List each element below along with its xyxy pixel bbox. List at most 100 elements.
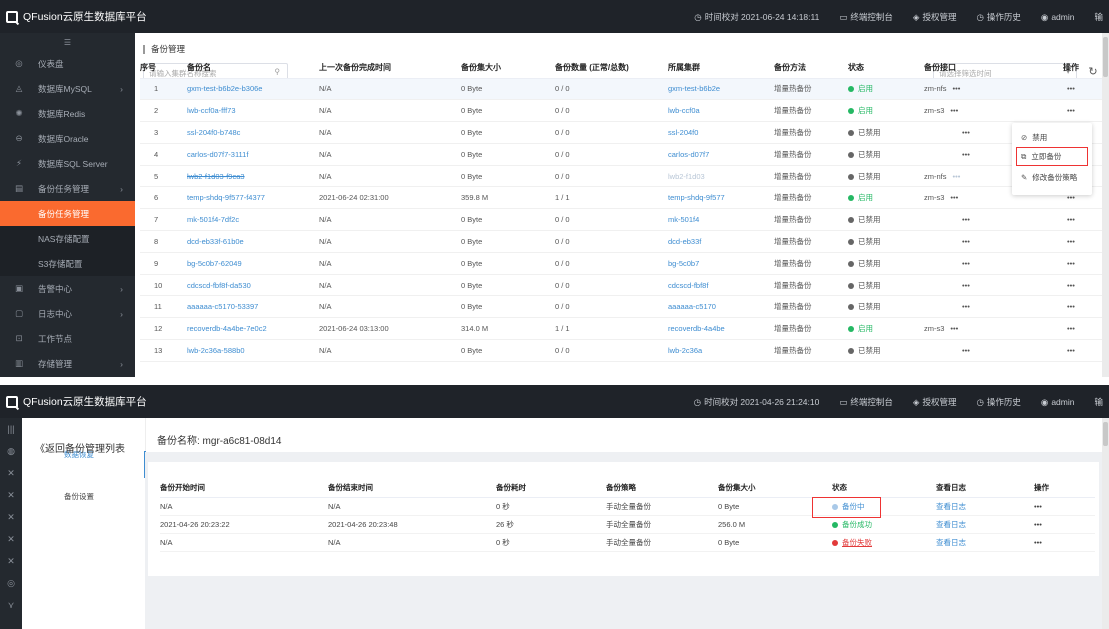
cluster-link[interactable]: lwb-ccf0a	[668, 106, 700, 115]
cluster-link[interactable]: aaaaaa-c5170	[668, 302, 716, 311]
cluster-link[interactable]: cdcscd-fbf8f	[668, 281, 708, 290]
table-row[interactable]: 2 lwb-ccf0a-fff73 N/A 0 Byte 0 / 0 lwb-ccf0a 增…	[140, 99, 1105, 123]
time-sync-button[interactable]: ◷ 时间校对 2021-04-26 21:24:10	[694, 396, 820, 408]
cluster-link[interactable]: ssl-204f0	[668, 128, 698, 137]
dashboard-icon[interactable]: ◍	[0, 440, 22, 462]
more-icon[interactable]: •••	[962, 150, 970, 159]
row-actions-button[interactable]: •••	[1067, 302, 1075, 311]
alert-icon[interactable]: ◎	[0, 572, 22, 594]
row-actions-button[interactable]: •••	[1034, 520, 1042, 529]
sidebar-item[interactable]: ▤ 备份任务管理 ›	[0, 176, 135, 201]
user-menu[interactable]: ◉ admin	[1041, 397, 1075, 408]
table-row[interactable]: 4 carlos-d07f7-3111f N/A 0 Byte 0 / 0 carlos-…	[140, 143, 1105, 166]
row-actions-button[interactable]: •••	[1067, 215, 1075, 224]
backup-settings-nav-item[interactable]: 备份设置	[64, 491, 94, 502]
app-logo[interactable]: QFusion云原生数据库平台	[6, 9, 147, 24]
sidebar-item[interactable]: ◎ 仪表盘	[0, 51, 135, 76]
table-row[interactable]: 3 ssl-204f0-b748c N/A 0 Byte 0 / 0 ssl-204f0 增…	[140, 121, 1105, 144]
backup-name-link[interactable]: dcd-eb33f-61b0e	[187, 237, 244, 246]
row-actions-button[interactable]: •••	[1067, 324, 1075, 333]
more-icon[interactable]: •••	[962, 237, 970, 246]
table-row[interactable]: 8 dcd-eb33f-61b0e N/A 0 Byte 0 / 0 dcd-eb33f 增…	[140, 230, 1105, 253]
cluster-link[interactable]: lwb-2c36a	[668, 346, 702, 355]
mysql-icon[interactable]: ✕	[0, 462, 22, 484]
cluster-link[interactable]: gxm-test-b6b2e	[668, 84, 720, 93]
more-icon[interactable]: •••	[962, 346, 970, 355]
backup-name-link[interactable]: bg-5c0b7-62049	[187, 259, 242, 268]
backup-name-link[interactable]: lwb-2c36a-588b0	[187, 346, 245, 355]
more-icon[interactable]: •••	[962, 215, 970, 224]
app-logo[interactable]: QFusion云原生数据库平台	[6, 394, 147, 409]
cluster-link[interactable]: bg-5c0b7	[668, 259, 699, 268]
row-actions-button[interactable]: •••	[1067, 346, 1075, 355]
view-log-link[interactable]: 查看日志	[936, 538, 966, 547]
row-actions-button[interactable]: •••	[1034, 502, 1042, 511]
backup-name-link[interactable]: ssl-204f0-b748c	[187, 128, 240, 137]
scrollbar-thumb[interactable]	[1103, 422, 1108, 446]
table-row[interactable]: 11 aaaaaa-c5170-53397 N/A 0 Byte 0 / 0 aaaaaa…	[140, 295, 1105, 319]
row-actions-button[interactable]: •••	[1067, 237, 1075, 246]
sidebar-item[interactable]: ▥ 存储管理 ›	[0, 351, 135, 376]
table-row[interactable]: 10 cdcscd-fbf8f-da530 N/A 0 Byte 0 / 0 cdcscd…	[140, 274, 1105, 297]
more-icon[interactable]: •••	[962, 281, 970, 290]
sidebar-item[interactable]: 备份任务管理	[0, 201, 135, 226]
disable-menu-item[interactable]: ⊘ 禁用	[1012, 128, 1092, 147]
sqlserver-icon[interactable]: ✕	[0, 528, 22, 550]
more-icon[interactable]: •••	[962, 302, 970, 311]
backup-now-menu-item[interactable]: ⧉ 立即备份	[1016, 147, 1088, 166]
table-row[interactable]: 1 gxm-test-b6b2e-b306e N/A 0 Byte 0 / 0 gxm-t…	[140, 78, 1105, 101]
sidebar-item[interactable]: S3存储配置	[0, 251, 135, 276]
table-row[interactable]: 5 lwb2-f1d03-f9ca3 N/A 0 Byte 0 / 0 lwb2-f1d0…	[140, 165, 1105, 188]
sidebar-item[interactable]: ⊡ 工作节点	[0, 326, 135, 351]
cluster-link[interactable]: dcd-eb33f	[668, 237, 701, 246]
cluster-link[interactable]: recoverdb-4a4be	[668, 324, 725, 333]
more-icon[interactable]: •••	[950, 324, 958, 333]
cluster-link[interactable]: lwb2-f1d03	[668, 172, 705, 181]
more-icon[interactable]: •••	[962, 128, 970, 137]
edit-policy-menu-item[interactable]: ✎ 修改备份策略	[1012, 168, 1092, 187]
backup-task-icon[interactable]: ✕	[0, 550, 22, 572]
log-icon[interactable]: ⋎	[0, 594, 22, 616]
view-log-link[interactable]: 查看日志	[936, 520, 966, 529]
table-row[interactable]: 7 mk-501f4-7df2c N/A 0 Byte 0 / 0 mk-501f4 增量热…	[140, 208, 1105, 232]
sidebar-item[interactable]: ⊖ 数据库Oracle	[0, 126, 135, 151]
more-icon[interactable]: •••	[950, 106, 958, 115]
backup-name-link[interactable]: recoverdb-4a4be-7e0c2	[187, 324, 267, 333]
history-button[interactable]: ◷ 操作历史	[976, 11, 1020, 23]
language-button[interactable]: 输	[1094, 11, 1103, 23]
row-actions-button[interactable]: •••	[1067, 259, 1075, 268]
cluster-link[interactable]: mk-501f4	[668, 215, 699, 224]
table-row[interactable]: 6 temp-shdq-9f577-f4377 2021-06-24 02:31:0…	[140, 186, 1105, 210]
license-button[interactable]: ◈ 授权管理	[913, 11, 957, 23]
row-actions-button[interactable]: •••	[1034, 538, 1042, 547]
menu-toggle-icon[interactable]: ☰	[0, 33, 135, 51]
scrollbar[interactable]	[1102, 418, 1109, 629]
backup-name-link[interactable]: lwb-ccf0a-fff73	[187, 106, 236, 115]
oracle-icon[interactable]: ✕	[0, 506, 22, 528]
cluster-link[interactable]: carlos-d07f7	[668, 150, 709, 159]
terminal-button[interactable]: ▭ 终端控制台	[839, 11, 893, 23]
language-button[interactable]: 输	[1094, 396, 1103, 408]
backup-name-link[interactable]: temp-shdq-9f577-f4377	[187, 193, 265, 202]
backup-name-link[interactable]: carlos-d07f7-3111f	[187, 150, 248, 159]
status-badge[interactable]: 备份失败	[842, 538, 872, 547]
scrollbar-thumb[interactable]	[1103, 37, 1108, 77]
user-menu[interactable]: ◉ admin	[1041, 12, 1075, 23]
backup-name-link[interactable]: mk-501f4-7df2c	[187, 215, 239, 224]
table-row[interactable]: 13 lwb-2c36a-588b0 N/A 0 Byte 0 / 0 lwb-2c36a…	[140, 339, 1105, 362]
backup-name-link[interactable]: gxm-test-b6b2e-b306e	[187, 84, 262, 93]
license-button[interactable]: ◈ 授权管理	[913, 396, 957, 408]
history-button[interactable]: ◷ 操作历史	[976, 396, 1020, 408]
sidebar-item[interactable]: ⚡ 数据库SQL Server	[0, 151, 135, 176]
sidebar-item[interactable]: ✺ 数据库Redis	[0, 101, 135, 126]
more-icon[interactable]: •••	[962, 259, 970, 268]
redis-icon[interactable]: ✕	[0, 484, 22, 506]
backup-name-link[interactable]: aaaaaa-c5170-53397	[187, 302, 258, 311]
terminal-button[interactable]: ▭ 终端控制台	[839, 396, 893, 408]
scrollbar[interactable]	[1102, 33, 1109, 377]
menu-toggle-icon[interactable]: |||	[0, 418, 22, 440]
table-row[interactable]: 9 bg-5c0b7-62049 N/A 0 Byte 0 / 0 bg-5c0b7 增量热…	[140, 252, 1105, 275]
cluster-link[interactable]: temp-shdq-9f577	[668, 193, 725, 202]
sidebar-item[interactable]: ▣ 告警中心 ›	[0, 276, 135, 301]
more-icon[interactable]: •••	[953, 172, 961, 181]
